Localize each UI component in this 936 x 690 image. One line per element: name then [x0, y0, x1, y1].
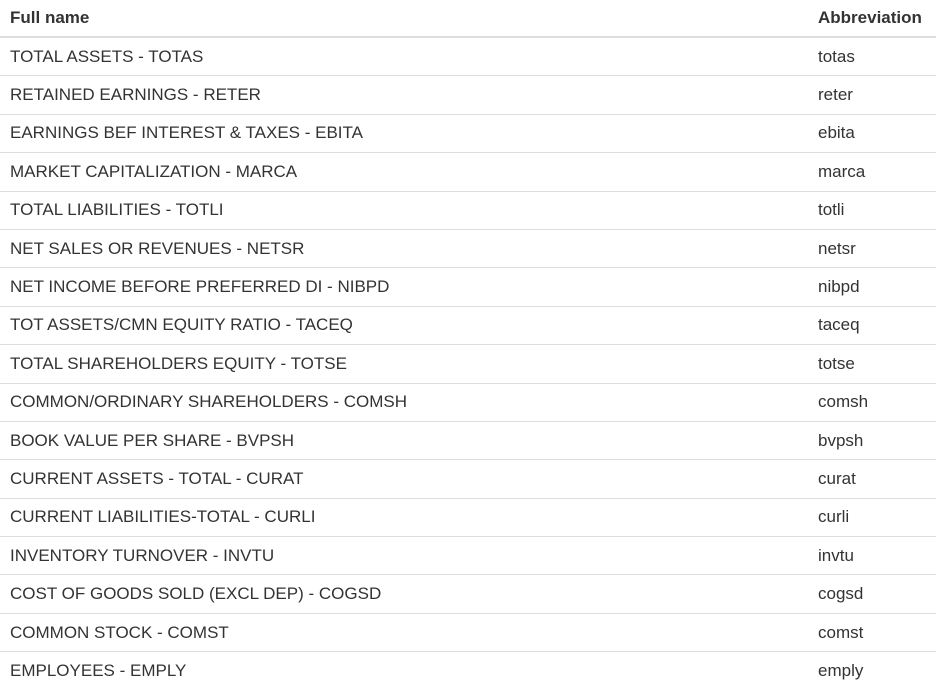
table-body: TOTAL ASSETS - TOTAS totas RETAINED EARN… — [0, 37, 936, 690]
table-row: RETAINED EARNINGS - RETER reter — [0, 75, 936, 115]
table-row: COMMON STOCK - COMST comst — [0, 612, 936, 652]
abbreviation-cell: cogsd — [808, 574, 936, 614]
full-name-cell: BOOK VALUE PER SHARE - BVPSH — [0, 420, 808, 460]
table-row: NET INCOME BEFORE PREFERRED DI - NIBPD n… — [0, 267, 936, 307]
table-row: TOTAL ASSETS - TOTAS totas — [0, 37, 936, 76]
abbreviation-cell: totas — [818, 46, 855, 66]
table-row: NET SALES OR REVENUES - NETSR netsr — [0, 228, 936, 268]
table-row: BOOK VALUE PER SHARE - BVPSH bvpsh — [0, 420, 936, 460]
abbreviation-cell: invtu — [808, 536, 936, 575]
table-row: EARNINGS BEF INTEREST & TAXES - EBITA eb… — [0, 113, 936, 153]
abbreviation-cell: marca — [808, 152, 936, 192]
full-name-cell: NET SALES OR REVENUES - NETSR — [0, 228, 808, 268]
abbreviation-cell: totse — [808, 344, 936, 384]
full-name-cell: INVENTORY TURNOVER - INVTU — [0, 536, 808, 575]
full-name-cell: TOTAL ASSETS - TOTAS — [10, 46, 204, 66]
table-row: EMPLOYEES - EMPLY emply — [0, 651, 936, 690]
table-row: CURRENT LIABILITIES-TOTAL - CURLI curli — [0, 497, 936, 537]
abbreviation-cell: comst — [808, 612, 936, 652]
abbreviation-cell: ebita — [808, 113, 936, 153]
column-header-abbreviation[interactable]: Abbreviation — [808, 0, 936, 38]
abbreviation-cell: taceq — [808, 305, 936, 345]
full-name-cell: COMMON/ORDINARY SHAREHOLDERS - COMSH — [0, 382, 808, 422]
abbreviations-table: Full name Abbreviation TOTAL ASSETS - TO… — [0, 0, 936, 690]
full-name-cell: MARKET CAPITALIZATION - MARCA — [0, 152, 808, 192]
full-name-cell: TOTAL SHAREHOLDERS EQUITY - TOTSE — [0, 344, 808, 384]
full-name-cell: TOT ASSETS/CMN EQUITY RATIO - TACEQ — [0, 305, 808, 345]
table-row: COST OF GOODS SOLD (EXCL DEP) - COGSD co… — [0, 574, 936, 614]
abbreviation-cell: totli — [808, 190, 936, 230]
full-name-cell: COMMON STOCK - COMST — [0, 612, 808, 652]
table-row: COMMON/ORDINARY SHAREHOLDERS - COMSH com… — [0, 382, 936, 422]
full-name-cell: RETAINED EARNINGS - RETER — [0, 75, 808, 115]
full-name-cell: TOTAL LIABILITIES - TOTLI — [0, 190, 808, 230]
full-name-cell: EMPLOYEES - EMPLY — [0, 651, 808, 690]
abbreviation-cell: netsr — [808, 228, 936, 268]
table-row: TOTAL SHAREHOLDERS EQUITY - TOTSE totse — [0, 344, 936, 384]
full-name-cell: EARNINGS BEF INTEREST & TAXES - EBITA — [0, 113, 808, 153]
table-header: Full name Abbreviation — [0, 0, 936, 38]
abbreviation-cell: nibpd — [808, 267, 936, 307]
full-name-cell: CURRENT ASSETS - TOTAL - CURAT — [0, 459, 808, 499]
table-row: INVENTORY TURNOVER - INVTU invtu — [0, 536, 936, 575]
abbreviation-cell: reter — [808, 75, 936, 115]
table-row: CURRENT ASSETS - TOTAL - CURAT curat — [0, 459, 936, 499]
full-name-cell: CURRENT LIABILITIES-TOTAL - CURLI — [0, 497, 808, 537]
table-row: MARKET CAPITALIZATION - MARCA marca — [0, 152, 936, 192]
abbreviation-cell: comsh — [808, 382, 936, 422]
abbreviation-cell: bvpsh — [808, 420, 936, 460]
header-row: Full name Abbreviation — [0, 0, 936, 38]
abbreviation-cell: curli — [808, 497, 936, 537]
full-name-cell: NET INCOME BEFORE PREFERRED DI - NIBPD — [0, 267, 808, 307]
column-header-full-name[interactable]: Full name — [0, 0, 808, 38]
full-name-cell: COST OF GOODS SOLD (EXCL DEP) - COGSD — [0, 574, 808, 614]
table-row: TOTAL LIABILITIES - TOTLI totli — [0, 190, 936, 230]
table-row: TOT ASSETS/CMN EQUITY RATIO - TACEQ tace… — [0, 305, 936, 345]
abbreviation-cell: curat — [808, 459, 936, 499]
abbreviation-cell: emply — [808, 651, 936, 690]
